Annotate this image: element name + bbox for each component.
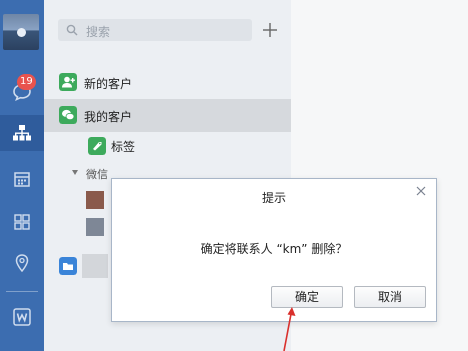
search-icon [66, 24, 78, 36]
navigation-rail: 19 [0, 0, 44, 351]
contact-avatar [82, 254, 108, 278]
location-button[interactable] [0, 245, 44, 281]
calendar-icon [14, 172, 30, 187]
search-input[interactable]: 搜索 [58, 19, 252, 41]
unread-badge: 19 [17, 74, 36, 90]
list-item-my-customers[interactable]: 我的客户 [44, 99, 291, 132]
org-chart-icon [13, 125, 31, 141]
list-item-label: 新的客户 [84, 77, 133, 91]
tag-icon [88, 137, 106, 155]
dialog-message: 确定将联系人 “km” 删除？ [200, 242, 348, 256]
chevron-down-icon[interactable] [72, 170, 78, 175]
contact-avatar[interactable] [86, 191, 104, 209]
list-item-label: 我的客户 [84, 110, 133, 124]
user-avatar[interactable] [3, 14, 39, 50]
list-item-new-customers[interactable]: 新的客户 [44, 66, 291, 99]
annotation-arrow-icon [283, 307, 296, 351]
add-contact-icon [59, 73, 77, 91]
group-header-wechat[interactable]: 微信 [86, 166, 108, 182]
list-item-tags[interactable]: 标签 [44, 129, 291, 162]
add-button[interactable] [259, 19, 281, 41]
contacts-button[interactable] [0, 115, 44, 151]
apps-grid-icon [14, 214, 30, 230]
word-doc-button[interactable] [0, 299, 44, 335]
list-item-label: 标签 [111, 140, 136, 154]
search-placeholder: 搜索 [86, 25, 111, 39]
contact-avatar[interactable] [86, 218, 104, 236]
apps-button[interactable] [0, 204, 44, 240]
dialog-title: 提示 [261, 191, 286, 205]
folder-icon [59, 257, 77, 275]
confirm-dialog: 提示 确定将联系人 “km” 删除？ 确定 取消 [111, 178, 437, 322]
calendar-button[interactable] [0, 161, 44, 197]
location-icon [15, 254, 29, 273]
rail-divider [6, 291, 38, 292]
close-icon[interactable] [415, 185, 427, 197]
wechat-icon [59, 106, 77, 124]
word-doc-icon [13, 308, 31, 326]
cancel-button[interactable]: 取消 [354, 286, 426, 308]
plus-icon [263, 23, 277, 37]
